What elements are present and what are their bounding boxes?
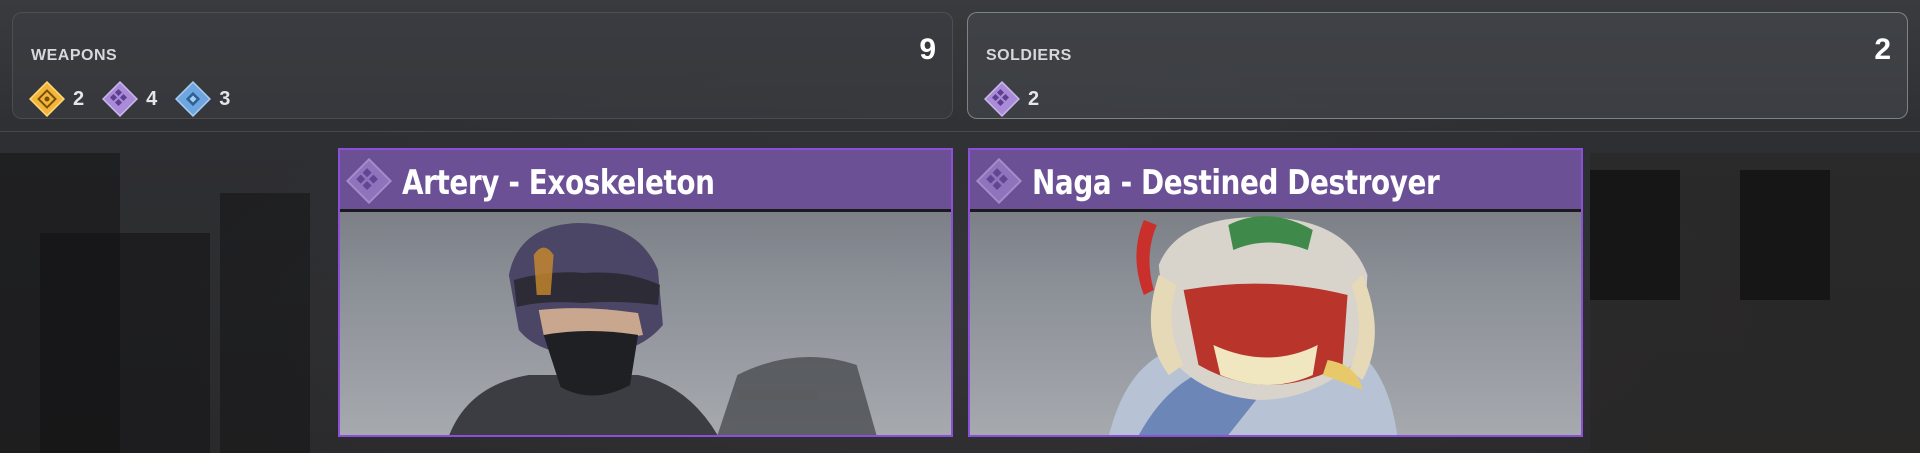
card-title: Artery - Exoskeleton [402, 163, 715, 203]
blue-rarity-icon [175, 81, 212, 117]
gold-rarity-icon [29, 81, 65, 117]
soldier-card-naga[interactable]: Naga - Destined Destroyer [968, 148, 1583, 437]
soldiers-summary-panel[interactable]: SOLDIERS 2 2 [967, 12, 1908, 119]
weapons-total: 9 [919, 33, 936, 66]
card-title: Naga - Destined Destroyer [1032, 163, 1440, 203]
reward-summary-bar: WEAPONS 9 2 4 3 SOLDIERS 2 2 [0, 0, 1920, 132]
weapons-count-blue-value: 3 [219, 87, 231, 110]
weapons-count-purple-value: 4 [146, 87, 158, 110]
purple-rarity-icon [976, 158, 1022, 204]
weapons-count-gold: 2 [29, 81, 84, 117]
background-building [40, 233, 210, 453]
weapons-count-gold-value: 2 [73, 87, 85, 110]
card-header: Artery - Exoskeleton [340, 150, 951, 212]
soldiers-rarity-counts: 2 [984, 81, 1057, 117]
purple-rarity-icon [984, 81, 1020, 117]
purple-rarity-icon [346, 158, 392, 204]
soldiers-total: 2 [1874, 33, 1891, 66]
weapons-rarity-counts: 2 4 3 [29, 81, 248, 117]
soldier-portrait-naga [1109, 216, 1398, 435]
background-window [1590, 170, 1680, 300]
background-building [220, 193, 310, 453]
soldiers-count-purple-value: 2 [1028, 87, 1040, 110]
soldiers-count-purple: 2 [984, 81, 1039, 117]
purple-rarity-icon [102, 81, 139, 117]
soldiers-title: SOLDIERS [986, 47, 1072, 64]
soldier-portrait-artery [449, 223, 877, 435]
soldier-card-artery[interactable]: Artery - Exoskeleton [338, 148, 953, 437]
weapons-title: WEAPONS [31, 47, 118, 64]
weapons-count-purple: 4 [102, 81, 157, 117]
background-window [1740, 170, 1830, 300]
card-header: Naga - Destined Destroyer [970, 150, 1581, 212]
weapons-count-blue: 3 [175, 81, 230, 117]
weapons-summary-panel[interactable]: WEAPONS 9 2 4 3 [12, 12, 953, 119]
